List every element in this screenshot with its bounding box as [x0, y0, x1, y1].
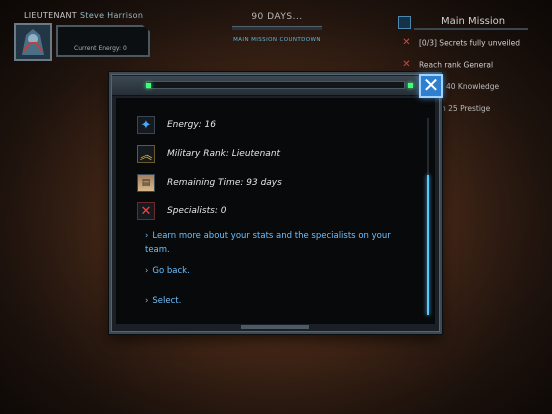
energy-panel [56, 25, 150, 57]
stat-label: Specialists: 0 [167, 206, 227, 216]
mission-title: Main Mission [441, 16, 506, 27]
option-text: Learn more about your stats and the spec… [145, 231, 391, 255]
avatar-portrait-icon [16, 25, 50, 59]
mission-item: ✕ [0/3] Secrets fully unveiled [401, 38, 520, 49]
option-learn-more[interactable]: › Learn more about your stats and the spe… [145, 229, 415, 257]
mission-item-text: [0/3] Secrets fully unveiled [419, 38, 521, 48]
current-energy-label: Current Energy: 0 [74, 45, 127, 52]
option-go-back[interactable]: › Go back. [145, 264, 415, 278]
mission-item-text: n 25 Prestige [441, 104, 491, 113]
option-select[interactable]: › Select. [145, 294, 415, 308]
stat-specialists: ✕ Specialists: 0 [137, 202, 226, 220]
indicator-light [408, 83, 413, 88]
energy-icon: ✦ [137, 116, 155, 134]
mission-item-text: 40 Knowledge [446, 82, 500, 91]
mission-toggle-icon[interactable] [398, 16, 411, 29]
rank-chevron-icon: ︽ [137, 145, 155, 163]
mission-divider [414, 28, 528, 30]
stat-military-rank: ︽ Military Rank: Lieutenant [137, 145, 280, 163]
mission-item: 40 Knowledge [446, 82, 499, 91]
dialog-footer-tab [241, 325, 309, 329]
option-text: Go back. [152, 266, 190, 276]
stat-label: Remaining Time: 93 days [167, 178, 282, 188]
scrollbar-thumb[interactable] [427, 175, 429, 315]
stat-label: Military Rank: Lieutenant [167, 149, 281, 159]
scroll-track [427, 118, 429, 175]
days-remaining: 90 DAYS... [251, 12, 303, 22]
stat-remaining-time: ▤ Remaining Time: 93 days [137, 174, 282, 192]
option-text: Select. [152, 296, 182, 306]
countdown-bar [232, 26, 322, 30]
player-avatar[interactable] [14, 23, 52, 61]
stat-label: Energy: 16 [167, 120, 217, 130]
player-rank-line: LIEUTENANT Steve Harrison [24, 11, 143, 20]
mission-item: n 25 Prestige [441, 104, 490, 113]
failed-x-icon: ✕ [402, 59, 411, 70]
stat-energy: ✦ Energy: 16 [137, 116, 216, 134]
countdown-label: MAIN MISSION COUNTDOWN [233, 37, 321, 43]
close-button[interactable]: ✕ [419, 74, 443, 98]
chevron-right-icon: › [145, 296, 149, 306]
calendar-icon: ▤ [137, 174, 155, 192]
dialog-header [112, 76, 439, 96]
mission-item-text: Reach rank General [419, 60, 494, 70]
chevron-right-icon: › [145, 266, 149, 276]
specialists-icon: ✕ [137, 202, 155, 220]
player-rank: LIEUTENANT [24, 11, 77, 20]
player-name: Steve Harrison [80, 11, 144, 20]
mission-item: ✕ Reach rank General [401, 60, 493, 71]
failed-x-icon: ✕ [402, 37, 411, 48]
indicator-light [146, 83, 151, 88]
chevron-right-icon: › [145, 231, 149, 241]
